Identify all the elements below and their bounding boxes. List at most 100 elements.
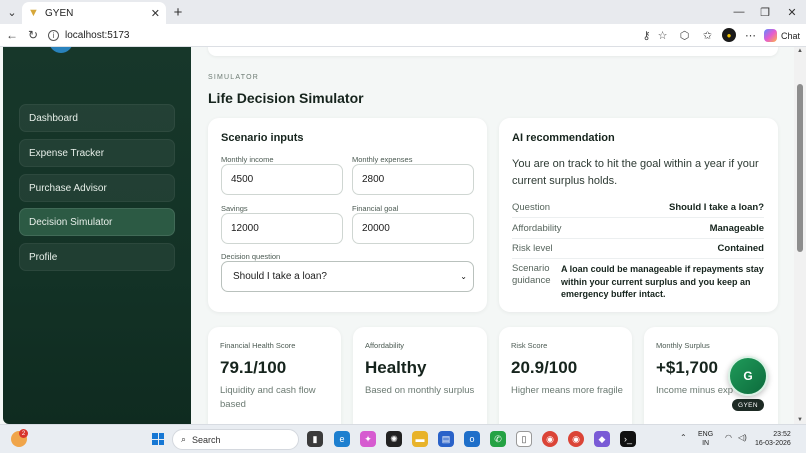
chat-label: Chat <box>781 30 801 41</box>
metric-label: Affordability <box>365 341 405 350</box>
new-tab-icon[interactable]: + <box>170 2 186 22</box>
taskbar-search[interactable]: ⌕ Search <box>172 429 299 450</box>
volume-icon[interactable]: ◁) <box>738 433 747 442</box>
favorites-icon[interactable]: ✩ <box>700 28 715 43</box>
page-title: Life Decision Simulator <box>208 90 364 106</box>
savings-input[interactable]: 12000 <box>221 213 343 244</box>
metric-label: Financial Health Score <box>220 341 296 350</box>
sidebar-item-dashboard[interactable]: Dashboard <box>19 104 175 132</box>
metric-card-risk: Risk Score 20.9/100 Higher means more fr… <box>499 327 632 424</box>
back-icon[interactable]: ← <box>4 27 20 43</box>
divider <box>512 217 764 218</box>
chrome-icon[interactable]: ◉ <box>542 431 558 447</box>
sidebar-item-decision-simulator[interactable]: Decision Simulator <box>19 208 175 236</box>
question-value: Should I take a loan? <box>668 201 764 213</box>
savings-label: Savings <box>221 204 248 213</box>
outlook-icon[interactable]: o <box>464 431 480 447</box>
tray-chevron-up-icon[interactable]: ⌃ <box>680 433 687 442</box>
minimize-icon[interactable]: — <box>731 4 747 20</box>
monthly-income-label: Monthly income <box>221 155 274 164</box>
sidebar-item-purchase-advisor[interactable]: Purchase Advisor <box>19 174 175 202</box>
monthly-income-input[interactable]: 4500 <box>221 164 343 195</box>
scenario-inputs-heading: Scenario inputs <box>221 132 304 144</box>
top-card-edge <box>208 47 778 56</box>
scroll-up-icon[interactable]: ▲ <box>797 48 803 54</box>
url-field[interactable]: i localhost:5173 <box>48 27 668 44</box>
profile-avatar-icon[interactable]: ● <box>722 28 736 42</box>
page-scrollbar[interactable]: ▲ ▼ <box>794 47 806 424</box>
decision-question-select[interactable]: Should I take a loan? ⌄ <box>221 261 474 292</box>
reload-icon[interactable]: ↻ <box>25 27 41 43</box>
clock-time: 23:52 <box>773 431 791 438</box>
url-text: localhost:5173 <box>65 30 130 41</box>
affordability-key: Affordability <box>512 222 562 234</box>
question-key: Question <box>512 201 551 213</box>
clock[interactable]: 23:52 16-03-2026 <box>755 430 791 448</box>
close-window-icon[interactable]: ✕ <box>784 4 800 20</box>
language-region: IN <box>702 440 710 447</box>
ai-recommendation-card: AI recommendation You are on track to hi… <box>499 118 778 312</box>
metric-card-affordability: Affordability Healthy Based on monthly s… <box>353 327 487 424</box>
ai-recommendation-heading: AI recommendation <box>512 132 615 144</box>
monthly-expenses-input[interactable]: 2800 <box>352 164 474 195</box>
language-line: ENG <box>698 431 714 438</box>
address-toolbar: ← ↻ i localhost:5173 ⚷ ☆ ⬡ ✩ ● ⋯ Chat <box>0 24 806 47</box>
metric-value: 20.9/100 <box>511 358 578 377</box>
notification-count-badge: 2 <box>19 429 28 438</box>
site-favicon-icon: ▼ <box>28 6 39 19</box>
main-content: SIMULATOR Life Decision Simulator Scenar… <box>191 47 794 424</box>
scroll-down-icon[interactable]: ▼ <box>797 417 803 423</box>
financial-goal-input[interactable]: 20000 <box>352 213 474 244</box>
tab-list-chevron-icon[interactable]: ⌄ <box>3 3 21 21</box>
metric-value: +$1,700 <box>656 358 718 377</box>
store-icon[interactable]: ▤ <box>438 431 454 447</box>
copilot-chat-button[interactable]: Chat <box>764 27 800 44</box>
risk-value: Contained <box>717 242 764 254</box>
copilot-app-icon[interactable]: ✦ <box>360 431 376 447</box>
key-icon[interactable]: ⚷ <box>639 28 654 43</box>
app-viewport: Dashboard Expense Tracker Purchase Advis… <box>0 47 806 424</box>
language-indicator[interactable]: ENG IN <box>698 430 713 448</box>
rec-row-risk: Risk level Contained <box>512 240 764 256</box>
metric-value: 79.1/100 <box>220 358 287 377</box>
browser-tab[interactable]: ▼ GYEN ✕ <box>22 2 166 24</box>
notepad-icon[interactable]: ▯ <box>516 431 532 447</box>
chevron-down-icon: ⌄ <box>460 272 467 281</box>
risk-key: Risk level <box>512 242 553 254</box>
wifi-icon[interactable]: ◠ <box>725 433 732 442</box>
decision-question-value: Should I take a loan? <box>233 271 327 282</box>
task-view-icon[interactable]: ▮ <box>307 431 323 447</box>
decision-question-label: Decision question <box>221 252 281 261</box>
clock-date: 16-03-2026 <box>755 440 791 447</box>
sidebar-item-profile[interactable]: Profile <box>19 243 175 271</box>
extensions-icon[interactable]: ⬡ <box>677 28 692 43</box>
app-icon[interactable]: ◆ <box>594 431 610 447</box>
close-tab-icon[interactable]: ✕ <box>151 7 160 20</box>
chrome-profile-icon[interactable]: ◉ <box>568 431 584 447</box>
terminal-icon[interactable]: ›_ <box>620 431 636 447</box>
favorite-star-icon[interactable]: ☆ <box>655 28 670 43</box>
guidance-value: A loan could be manageable if repayments… <box>561 264 764 299</box>
scrollbar-thumb[interactable] <box>797 84 803 252</box>
windows-start-icon[interactable] <box>152 433 164 445</box>
copilot-icon <box>764 29 777 42</box>
sidebar-item-expense-tracker[interactable]: Expense Tracker <box>19 139 175 167</box>
site-info-icon[interactable]: i <box>48 30 59 41</box>
more-menu-icon[interactable]: ⋯ <box>743 28 758 43</box>
file-explorer-icon[interactable]: ▬ <box>412 431 428 447</box>
edge-icon[interactable]: e <box>334 431 350 447</box>
tab-title: GYEN <box>45 7 74 19</box>
browser-tabbar: ⌄ ▼ GYEN ✕ + — ❐ ✕ <box>0 0 806 24</box>
divider <box>512 238 764 239</box>
rec-row-affordability: Affordability Manageable <box>512 220 764 236</box>
assistant-fab-button[interactable]: G <box>728 356 768 396</box>
restore-icon[interactable]: ❐ <box>757 4 773 20</box>
whatsapp-icon[interactable]: ✆ <box>490 431 506 447</box>
search-icon: ⌕ <box>181 434 187 444</box>
divider <box>512 258 764 259</box>
chatgpt-icon[interactable]: ✺ <box>386 431 402 447</box>
windows-taskbar: 2 ⌕ Search ▮ e ✦ ✺ ▬ ▤ o ✆ ▯ ◉ ◉ ◆ ›_ ⌃ … <box>0 424 806 453</box>
metric-card-health: Financial Health Score 79.1/100 Liquidit… <box>208 327 341 424</box>
assistant-badge: GYEN <box>732 399 764 411</box>
sidebar: Dashboard Expense Tracker Purchase Advis… <box>3 47 191 424</box>
